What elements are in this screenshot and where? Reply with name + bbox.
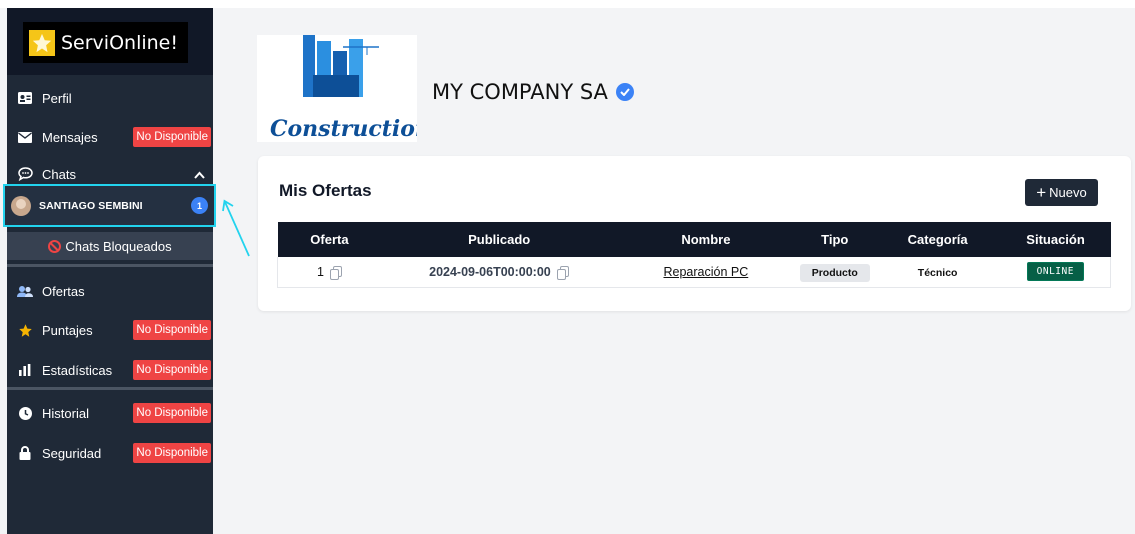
- company-name-text: MY COMPANY SA: [432, 80, 608, 104]
- offer-name-link[interactable]: Reparación PC: [663, 265, 748, 279]
- offers-title: Mis Ofertas: [279, 181, 372, 200]
- offers-card: Mis Ofertas + Nuevo Oferta Publicado Nom…: [258, 156, 1131, 311]
- table-header-row: Oferta Publicado Nombre Tipo Categoría S…: [277, 222, 1111, 257]
- star-logo-icon: [29, 29, 55, 56]
- blocked-chats-label: Chats Bloqueados: [65, 238, 172, 254]
- sidebar-item-estadisticas[interactable]: Estadísticas No Disponible: [7, 352, 213, 388]
- verified-check-icon: [615, 83, 634, 101]
- not-available-badge: No Disponible: [133, 127, 211, 147]
- sidebar-item-label: Puntajes: [42, 322, 93, 338]
- avatar: [11, 195, 31, 216]
- annotation-arrow-icon: [222, 199, 250, 257]
- star-icon: [17, 322, 33, 338]
- sidebar-item-label: Mensajes: [42, 129, 98, 145]
- sidebar-item-label: Chats: [42, 166, 76, 182]
- not-available-badge: No Disponible: [133, 443, 211, 463]
- company-logo: Construction: [257, 35, 417, 142]
- sidebar-item-historial[interactable]: Historial No Disponible: [7, 395, 213, 431]
- column-header-tipo[interactable]: Tipo: [795, 222, 875, 257]
- column-header-categoria[interactable]: Categoría: [875, 222, 1001, 257]
- chat-bubble-icon: [17, 166, 33, 182]
- sidebar-item-label: Estadísticas: [42, 362, 113, 378]
- published-date: 2024-09-06T00:00:00: [429, 264, 551, 279]
- unread-count-badge: 1: [191, 197, 208, 214]
- new-offer-button[interactable]: + Nuevo: [1025, 179, 1098, 206]
- sidebar-item-label: Perfil: [42, 90, 72, 106]
- brand-name: ServiOnline!: [61, 31, 178, 54]
- sidebar-item-perfil[interactable]: Perfil: [7, 80, 213, 116]
- sidebar-item-label: Ofertas: [42, 283, 85, 299]
- sidebar-divider: [7, 387, 213, 390]
- chat-item-selected[interactable]: SANTIAGO SEMBINI 1: [3, 184, 216, 227]
- sidebar: ServiOnline! Perfil Mensajes No Disponib…: [7, 8, 213, 534]
- envelope-icon: [17, 129, 33, 145]
- sidebar-item-mensajes[interactable]: Mensajes No Disponible: [7, 119, 213, 155]
- cell-oferta: 1: [277, 257, 382, 288]
- not-available-badge: No Disponible: [133, 320, 211, 340]
- plus-icon: +: [1036, 183, 1047, 202]
- ban-icon: [48, 239, 62, 253]
- sidebar-item-puntajes[interactable]: Puntajes No Disponible: [7, 312, 213, 348]
- cell-situacion: ONLINE: [1000, 257, 1111, 288]
- lock-icon: [17, 445, 33, 461]
- column-header-oferta[interactable]: Oferta: [278, 222, 382, 257]
- copy-icon[interactable]: [330, 265, 343, 280]
- brand-logo[interactable]: ServiOnline!: [23, 22, 188, 63]
- type-pill: Producto: [799, 263, 870, 282]
- clock-icon: [17, 405, 33, 421]
- id-card-icon: [17, 90, 33, 106]
- sidebar-item-label: Historial: [42, 405, 89, 421]
- cell-nombre: Reparación PC: [617, 257, 795, 288]
- company-name: MY COMPANY SA: [432, 80, 634, 104]
- sidebar-item-ofertas[interactable]: Ofertas: [7, 273, 213, 309]
- column-header-publicado[interactable]: Publicado: [381, 222, 617, 257]
- company-logo-text: Construction: [270, 116, 417, 142]
- bar-chart-icon: [17, 362, 33, 378]
- chevron-up-icon[interactable]: [194, 167, 205, 182]
- chat-user-name: SANTIAGO SEMBINI: [39, 199, 143, 212]
- users-icon: [17, 283, 33, 299]
- table-row: 1 2024-09-06T00:00:00 Reparación PC Prod…: [277, 257, 1111, 288]
- offers-table: Oferta Publicado Nombre Tipo Categoría S…: [277, 222, 1111, 288]
- category-text: Técnico: [917, 266, 958, 279]
- column-header-situacion[interactable]: Situación: [1001, 222, 1111, 257]
- sidebar-item-label: Seguridad: [42, 445, 102, 461]
- offer-id: 1: [316, 264, 324, 279]
- cell-publicado: 2024-09-06T00:00:00: [381, 257, 617, 288]
- cell-categoria: Técnico: [874, 257, 1001, 288]
- column-header-nombre[interactable]: Nombre: [617, 222, 795, 257]
- sidebar-divider: [7, 264, 213, 267]
- not-available-badge: No Disponible: [133, 360, 211, 380]
- cell-tipo: Producto: [794, 257, 875, 288]
- new-offer-label: Nuevo: [1049, 185, 1087, 200]
- top-strip: [0, 0, 1135, 8]
- copy-icon[interactable]: [557, 265, 570, 280]
- sidebar-item-seguridad[interactable]: Seguridad No Disponible: [7, 435, 213, 471]
- sidebar-item-chats-bloqueados[interactable]: Chats Bloqueados: [7, 232, 213, 260]
- status-badge: ONLINE: [1026, 262, 1084, 282]
- not-available-badge: No Disponible: [133, 403, 211, 423]
